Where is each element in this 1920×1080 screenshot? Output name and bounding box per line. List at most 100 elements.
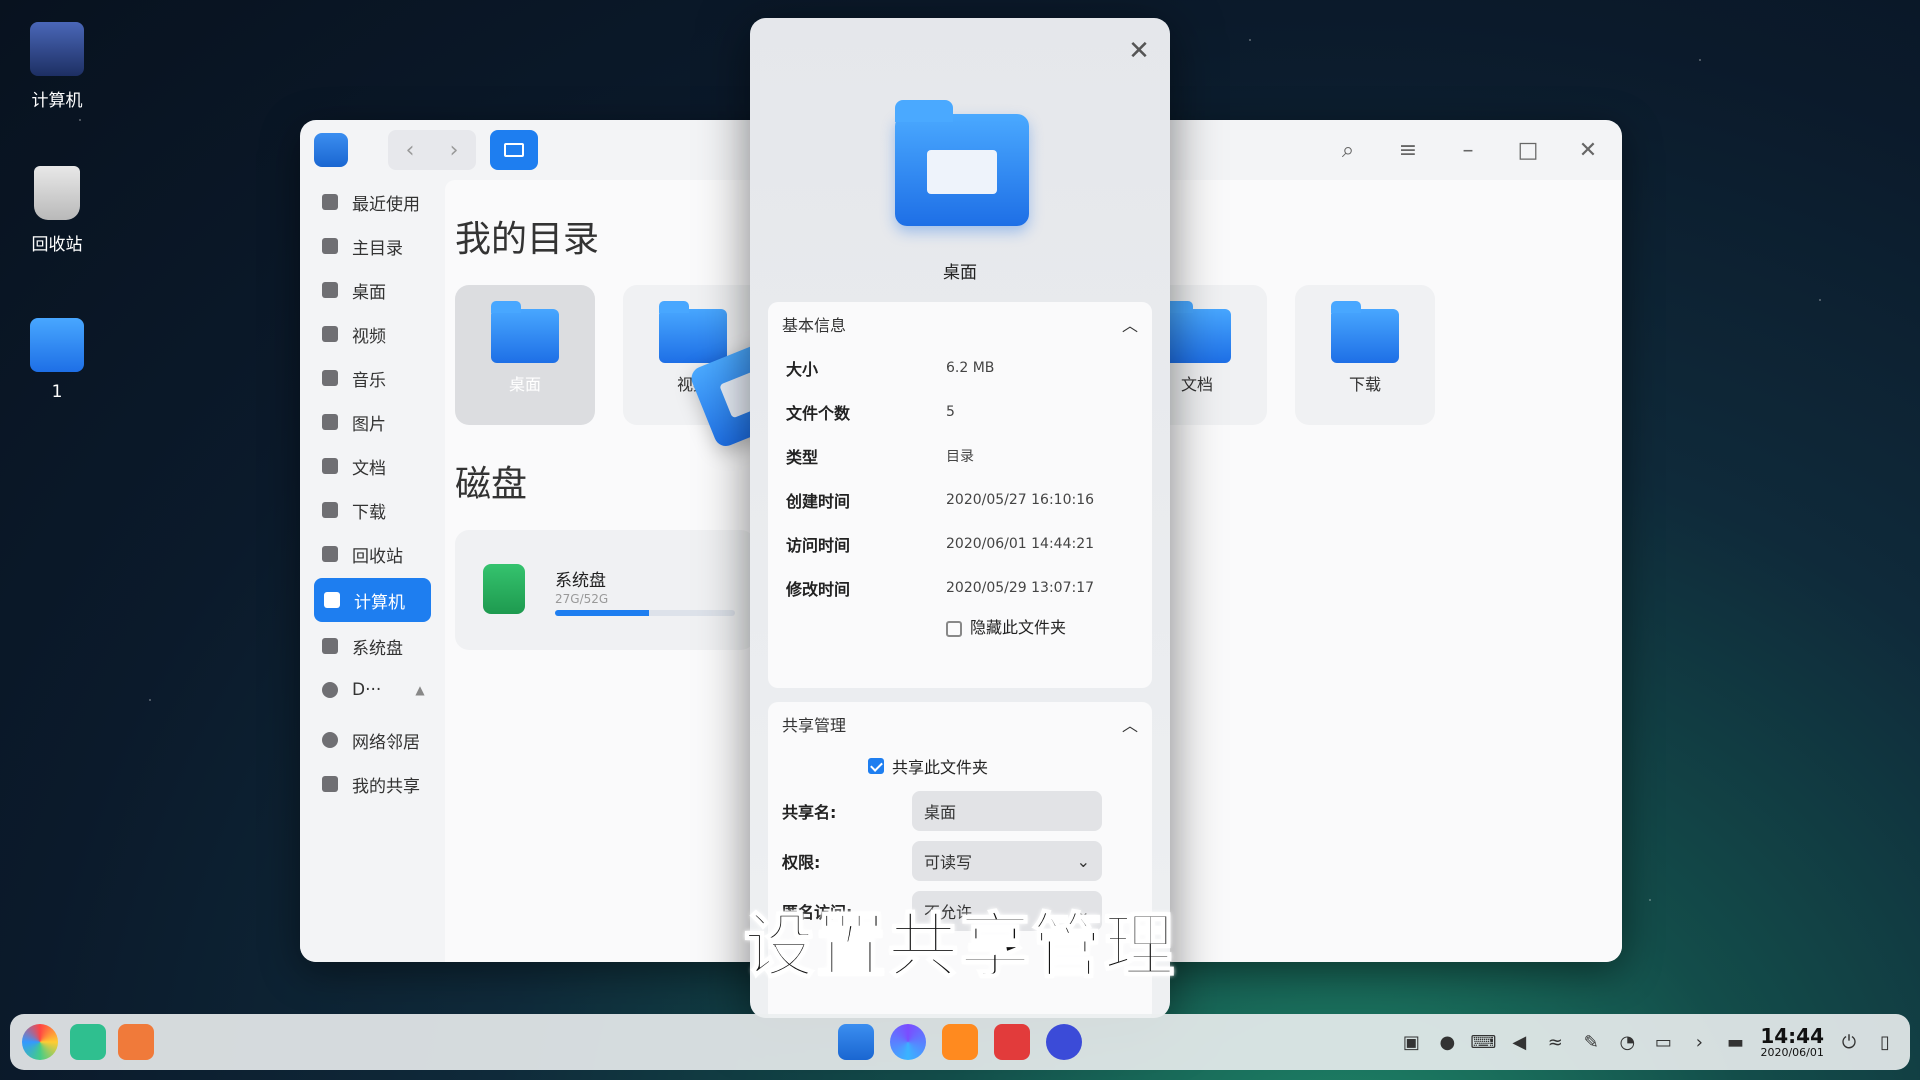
checkbox-checked-icon[interactable] [868,758,884,774]
terminal-app-icon[interactable] [994,1024,1030,1060]
clock[interactable]: 14:44 2020/06/01 [1760,1025,1824,1059]
breadcrumb-computer-button[interactable] [490,130,538,170]
sidebar-item-label: 我的共享 [352,776,420,797]
app-store-icon[interactable] [942,1024,978,1060]
sidebar-item-trash[interactable]: 回收站 [300,532,445,576]
sidebar-item-documents[interactable]: 文档 [300,444,445,488]
settings-app-icon[interactable] [1046,1024,1082,1060]
panel-title: 基本信息 [782,316,847,335]
sidebar-item-label: 音乐 [352,370,386,391]
desktop-icon-trash[interactable]: 回收站 [20,166,94,255]
close-icon[interactable]: ✕ [1568,130,1608,170]
panel-title: 共享管理 [782,716,847,735]
basic-info-panel: 基本信息 ︿ 大小 6.2 MB 文件个数 5 类型 目录 创建时间 2020/05/2… [768,302,1152,688]
chevron-down-icon: ⌄ [1076,851,1090,871]
keyboard-icon[interactable]: ⌨ [1470,1031,1496,1053]
eject-icon[interactable]: ▲ [415,683,424,697]
sidebar-item-label: 计算机 [354,592,405,613]
sidebar-item-system-disk[interactable]: 系统盘 [300,624,445,668]
info-row: 访问时间 2020/06/01 14:44:21 [768,522,1152,566]
file-manager-logo-icon [314,133,348,167]
clock-date: 2020/06/01 [1760,1045,1824,1059]
desktop-icon-folder[interactable]: 1 [20,318,94,402]
download-icon [322,502,338,518]
share-name-row: 共享名: 桌面 [768,786,1152,836]
power-icon[interactable]: ⏻ [1838,1031,1860,1053]
sidebar-item-label: D··· [352,680,382,700]
permission-select[interactable]: 可读写 ⌄ [912,841,1102,881]
disk-card-system[interactable]: 系统盘 27G/52G [455,530,755,650]
basic-info-header[interactable]: 基本信息 ︿ [768,302,1152,346]
sidebar-item-computer[interactable]: 计算机 [314,578,431,622]
sidebar-item-label: 视频 [352,326,386,347]
sidebar-item-d-drive[interactable]: D··· ▲ [300,668,445,712]
folder-name: 桌面 [943,263,977,283]
sidebar-item-my-shares[interactable]: 我的共享 [300,762,445,806]
share-folder-checkbox[interactable]: 共享此文件夹 [768,746,1152,786]
folder-icon [491,301,559,363]
info-key: 类型 [786,448,819,467]
maximize-icon[interactable]: □ [1508,130,1548,170]
share-icon [322,776,338,792]
desktop-toggle-icon[interactable]: ▬ [1724,1031,1746,1053]
tile-downloads[interactable]: 下载 [1295,285,1435,425]
sidebar-item-desktop[interactable]: 桌面 [300,268,445,312]
chevron-up-icon[interactable]: ︿ [1122,312,1138,336]
multitask-view-icon[interactable] [70,1024,106,1060]
menu-icon[interactable]: ≡ [1388,130,1428,170]
field-label: 权限: [782,853,821,872]
minimize-icon[interactable]: – [1448,130,1488,170]
launcher-icon[interactable] [22,1024,58,1060]
info-key: 修改时间 [786,580,851,599]
computer-icon [504,143,524,157]
folder-icon [895,100,1029,226]
sidebar-item-videos[interactable]: 视频 [300,312,445,356]
pen-icon[interactable]: ✎ [1580,1031,1602,1053]
sidebar-item-music[interactable]: 音乐 [300,356,445,400]
sidebar-item-label: 网络邻居 [352,732,420,753]
trash-icon[interactable]: ▯ [1874,1031,1896,1053]
hide-folder-checkbox[interactable]: 隐藏此文件夹 [768,614,1152,638]
back-icon[interactable]: ‹ [388,130,432,170]
chevron-up-icon[interactable]: ︿ [1122,712,1138,736]
sidebar-item-network[interactable]: 网络邻居 [300,718,445,762]
info-value: 目录 [946,449,974,465]
desktop-icon-label: 计算机 [31,91,83,111]
info-key: 文件个数 [786,404,851,423]
trash-icon [322,546,338,562]
expand-tray-icon[interactable]: › [1688,1031,1710,1053]
taskbar-left [22,1024,154,1060]
disk-icon [322,638,338,654]
checkbox-label: 共享此文件夹 [892,758,989,777]
notification-bell-icon[interactable]: ◔ [1616,1031,1638,1053]
tile-desktop[interactable]: 桌面 [455,285,595,425]
window-controls: ⌕ ≡ – □ ✕ [1328,130,1608,170]
screen-recorder-icon[interactable]: ▣ [1400,1031,1422,1053]
disk-usage-bar [555,610,735,616]
computer-icon [324,592,340,608]
wifi-icon[interactable]: ≈ [1544,1031,1566,1053]
workspace-icon[interactable] [118,1024,154,1060]
search-icon[interactable]: ⌕ [1328,130,1368,170]
info-row: 大小 6.2 MB [768,346,1152,390]
share-name-input[interactable]: 桌面 [912,791,1102,831]
sidebar-item-recent[interactable]: 最近使用 [300,180,445,224]
sidebar-item-label: 回收站 [352,546,403,567]
browser-app-icon[interactable] [890,1024,926,1060]
sidebar-item-pictures[interactable]: 图片 [300,400,445,444]
computer-icon [30,22,84,76]
battery-icon[interactable]: ▭ [1652,1031,1674,1053]
sidebar-item-label: 图片 [352,414,386,435]
desktop-icon-computer[interactable]: 计算机 [20,22,94,111]
forward-icon[interactable]: › [432,130,476,170]
sidebar-item-home[interactable]: 主目录 [300,224,445,268]
sidebar-item-downloads[interactable]: 下载 [300,488,445,532]
sidebar: 最近使用 主目录 桌面 视频 音乐 图片 文档 下载 回收站 计算机 系统盘 D… [300,180,445,962]
checkbox-icon[interactable] [946,620,962,637]
share-header[interactable]: 共享管理 ︿ [768,702,1152,746]
close-icon[interactable]: ✕ [1122,34,1156,68]
file-manager-app-icon[interactable] [838,1024,874,1060]
volume-icon[interactable]: ◀ [1508,1031,1530,1053]
input-method-icon[interactable]: ● [1436,1031,1458,1053]
home-icon [322,238,338,254]
